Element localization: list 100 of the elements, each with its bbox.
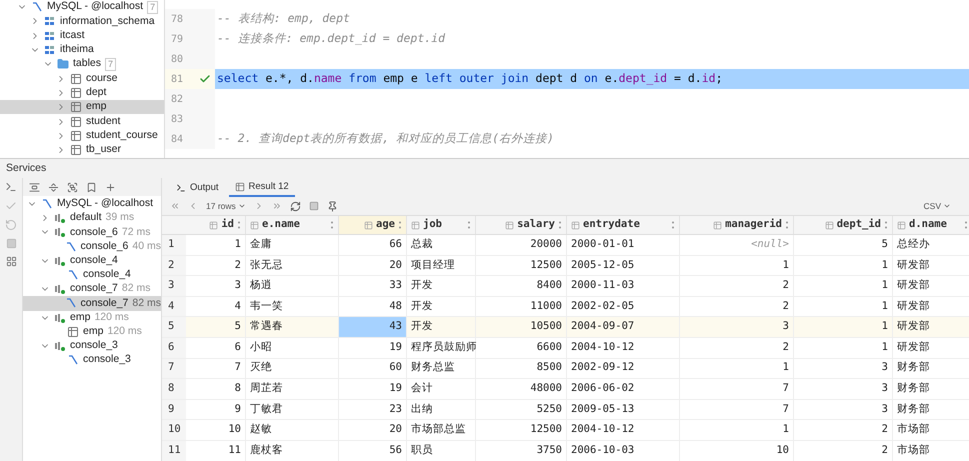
tree-item[interactable]: information_schema xyxy=(0,14,164,29)
group-icon[interactable] xyxy=(67,182,78,192)
table-row[interactable]: 1 1 金庸 66 总裁 20000 2000-01-01 <null> 5 总经办 xyxy=(162,235,969,256)
item-label: console_4 xyxy=(70,252,118,268)
table-cell: 总经办 xyxy=(893,235,969,255)
layout-icon[interactable] xyxy=(6,256,16,267)
tree-item[interactable]: emp 120 ms xyxy=(23,324,161,339)
console-icon xyxy=(67,354,79,366)
sort-icon[interactable] xyxy=(884,221,888,229)
pin-icon[interactable] xyxy=(326,200,338,212)
bookmark-icon[interactable] xyxy=(86,182,97,192)
stop-icon[interactable] xyxy=(308,201,319,211)
tree-item[interactable]: MySQL - @localhost xyxy=(23,197,161,212)
table-cell: 1 xyxy=(186,235,246,255)
session-icon xyxy=(54,212,66,224)
table-row[interactable]: 8 8 周芷若 19 会计 48000 2006-06-02 7 3 财务部 xyxy=(162,379,969,400)
table-row[interactable]: 11 11 鹿杖客 56 职员 3750 2006-10-03 10 2 市场部 xyxy=(162,440,969,461)
tree-item[interactable]: dept xyxy=(0,86,164,100)
column-icon xyxy=(250,220,259,230)
sort-icon[interactable] xyxy=(964,221,968,229)
table-cell: 总裁 xyxy=(407,235,476,255)
column-header[interactable]: id xyxy=(186,216,246,234)
table-cell: 2005-12-05 xyxy=(567,256,680,276)
table-cell: 56 xyxy=(339,440,407,461)
item-label: itcast xyxy=(60,28,85,43)
expand-all-icon[interactable] xyxy=(29,182,40,192)
column-header[interactable]: salary xyxy=(476,216,567,234)
tree-item[interactable]: console_6 40 ms xyxy=(23,240,161,254)
column-header[interactable]: job xyxy=(407,216,476,234)
table-cell: 2 xyxy=(794,440,893,461)
tree-item[interactable]: console_7 82 ms xyxy=(23,282,161,296)
sort-icon[interactable] xyxy=(330,221,334,229)
table-icon xyxy=(70,144,82,156)
row-number: 5 xyxy=(162,317,186,337)
row-number: 2 xyxy=(162,256,186,276)
tree-item[interactable]: itheima xyxy=(0,42,164,58)
table-row[interactable]: 5 5 常遇春 43 开发 10500 2004-09-07 3 1 研发部 xyxy=(162,317,969,338)
table-cell: 2 xyxy=(794,420,893,440)
tree-item[interactable]: student xyxy=(0,114,164,129)
tree-item[interactable]: console_3 xyxy=(23,353,161,368)
table-cell: 项目经理 xyxy=(407,256,476,276)
result-tab[interactable]: Output xyxy=(170,179,225,197)
column-header[interactable]: entrydate xyxy=(567,216,680,234)
sort-icon[interactable] xyxy=(398,221,402,229)
table-cell: 48000 xyxy=(476,379,567,399)
sort-icon[interactable] xyxy=(785,221,789,229)
table-row[interactable]: 7 7 灭绝 60 财务总监 8500 2002-09-12 1 3 财务部 xyxy=(162,358,969,380)
tree-item[interactable]: console_4 xyxy=(23,268,161,282)
column-header[interactable]: d.name xyxy=(893,216,969,234)
first-page-icon[interactable] xyxy=(170,201,180,211)
table-cell: 鹿杖客 xyxy=(246,440,339,461)
table-row[interactable]: 2 2 张无忌 20 项目经理 12500 2005-12-05 1 1 研发部 xyxy=(162,256,969,276)
table-cell: 1 xyxy=(794,338,893,358)
refresh-icon[interactable] xyxy=(290,200,301,212)
sort-icon[interactable] xyxy=(671,221,675,229)
sort-icon[interactable] xyxy=(558,221,562,229)
result-tab[interactable]: Result 12 xyxy=(228,179,295,197)
column-icon xyxy=(571,220,580,230)
table-cell: 11 xyxy=(186,440,246,461)
tree-item[interactable]: console_3 xyxy=(23,338,161,354)
export-format-dropdown[interactable]: CSV xyxy=(924,200,951,212)
tree-item[interactable]: console_4 xyxy=(23,254,161,268)
folder-icon xyxy=(57,58,69,70)
table-cell: 1 xyxy=(680,420,794,440)
sort-icon[interactable] xyxy=(237,221,241,229)
row-number: 4 xyxy=(162,296,186,316)
tree-item[interactable]: student_course xyxy=(0,128,164,143)
item-label: MySQL - @localhost xyxy=(57,196,154,212)
item-count: 7 xyxy=(147,0,158,14)
tree-item[interactable]: console_6 72 ms xyxy=(23,225,161,240)
table-row[interactable]: 6 6 小昭 19 程序员鼓励师 6600 2004-10-12 2 1 研发部 xyxy=(162,338,969,359)
table-cell: 3 xyxy=(680,317,794,337)
sort-icon[interactable] xyxy=(467,221,471,229)
column-header[interactable]: managerid xyxy=(680,216,794,234)
transaction-icon[interactable] xyxy=(5,181,17,193)
row-count-dropdown[interactable]: 17 rows xyxy=(206,200,246,212)
tree-item[interactable]: tables 7 xyxy=(0,57,164,72)
tree-item[interactable]: itcast xyxy=(0,28,164,43)
table-cell: 48 xyxy=(339,296,407,316)
table-row[interactable]: 10 10 赵敏 20 市场部总监 12500 2004-10-12 1 2 市场部 xyxy=(162,420,969,441)
table-row[interactable]: 3 3 杨逍 33 开发 8400 2000-11-03 2 1 研发部 xyxy=(162,276,969,297)
table-row[interactable]: 9 9 丁敏君 23 出纳 5250 2009-05-13 7 3 财务部 xyxy=(162,400,969,420)
table-cell: 10 xyxy=(680,440,794,461)
table-cell: 2009-05-13 xyxy=(567,400,680,420)
collapse-all-icon[interactable] xyxy=(48,182,59,192)
add-icon[interactable] xyxy=(105,182,116,192)
table-cell: 1 xyxy=(794,296,893,316)
line-number: 82 xyxy=(171,92,184,106)
column-header[interactable]: age xyxy=(339,216,407,234)
code-line: -- 连接条件: emp.dept_id = dept.id xyxy=(216,30,446,48)
tree-item[interactable]: tb_user xyxy=(0,142,164,158)
last-page-icon[interactable] xyxy=(272,201,282,211)
tree-item[interactable]: course xyxy=(0,71,164,86)
tree-item[interactable]: default 39 ms xyxy=(23,211,161,226)
row-number: 1 xyxy=(162,235,186,255)
tree-item[interactable]: MySQL - @localhost 7 xyxy=(0,0,164,14)
tree-item[interactable]: emp xyxy=(0,100,164,114)
tree-item[interactable]: emp 120 ms xyxy=(23,310,161,325)
column-header[interactable]: dept_id xyxy=(794,216,893,234)
tree-item[interactable]: console_7 82 ms xyxy=(23,296,161,310)
